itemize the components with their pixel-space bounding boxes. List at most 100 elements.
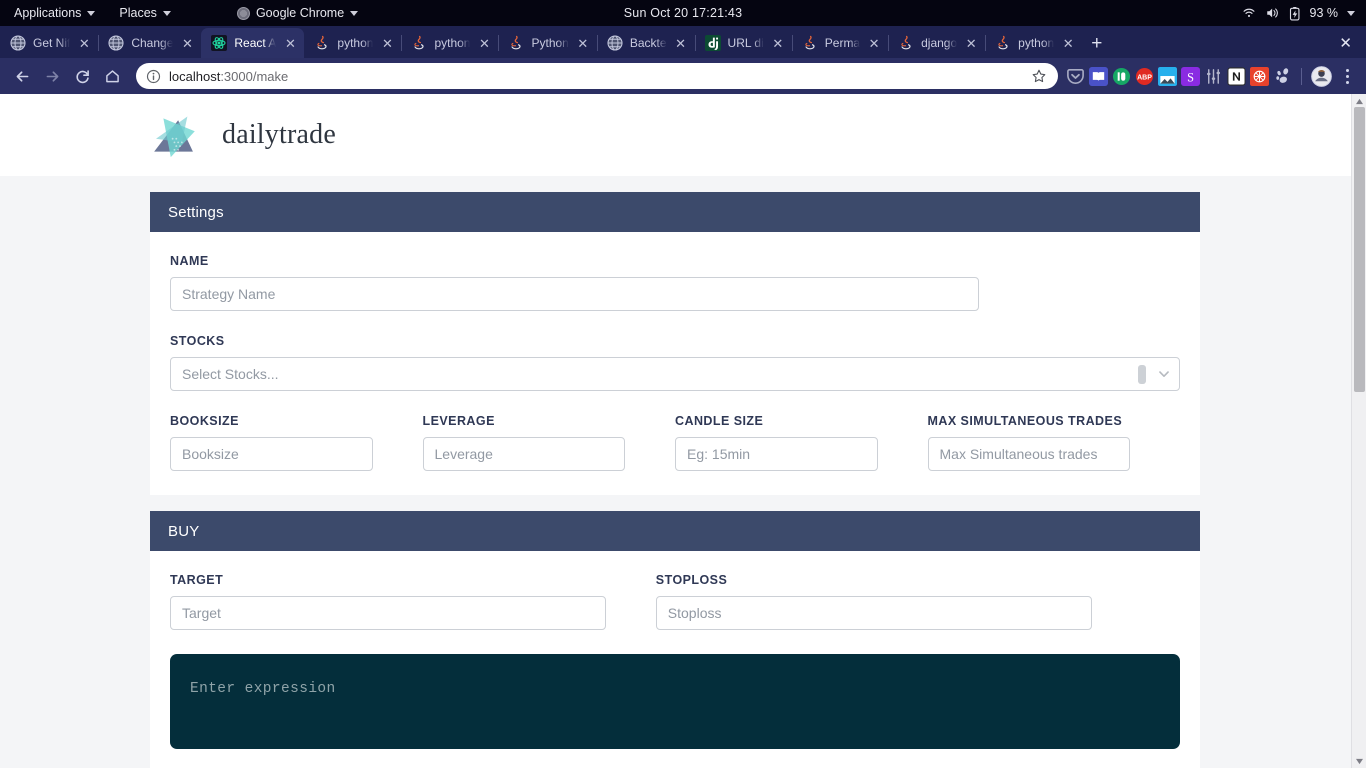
window-close-button[interactable]: ✕ <box>1325 28 1366 58</box>
caret-down-icon <box>1356 758 1363 764</box>
browser-tab-7[interactable]: URL di ✕ <box>694 28 792 58</box>
pushbullet-icon[interactable] <box>1112 67 1131 86</box>
candle-size-field: CANDLE SIZE <box>675 414 928 471</box>
profile-avatar-icon[interactable] <box>1311 65 1332 87</box>
browser-tab-2[interactable]: React A ✕ <box>201 28 305 58</box>
scroll-up-button[interactable] <box>1352 94 1366 108</box>
battery-icon[interactable] <box>1289 6 1301 21</box>
tab-close-button[interactable]: ✕ <box>477 37 491 50</box>
site-info-icon[interactable] <box>146 69 161 84</box>
strategy-name-input[interactable] <box>170 277 979 311</box>
tab-close-button[interactable]: ✕ <box>1061 37 1075 50</box>
browser-tab-3[interactable]: python ✕ <box>304 28 401 58</box>
clock[interactable]: Sun Oct 20 17:21:43 <box>624 6 742 20</box>
reload-button[interactable] <box>68 62 96 90</box>
tab-close-button[interactable]: ✕ <box>380 37 394 50</box>
applications-menu-label: Applications <box>14 6 82 20</box>
chevron-down-icon <box>87 10 96 16</box>
browser-tab-1[interactable]: Change ✕ <box>98 28 201 58</box>
buy-panel: BUY TARGET STOPLOSS Enter expression <box>150 511 1200 768</box>
screenshot-icon[interactable] <box>1158 66 1177 86</box>
browser-tab-5[interactable]: Python ✕ <box>498 28 596 58</box>
dailytrade-logo-icon[interactable] <box>150 111 210 159</box>
redmine-icon[interactable] <box>1250 66 1269 86</box>
buy-expression-editor[interactable]: Enter expression <box>170 654 1180 749</box>
tab-close-button[interactable]: ✕ <box>283 37 297 50</box>
bookmark-button[interactable] <box>1026 63 1052 89</box>
buy-expression-placeholder: Enter expression <box>190 681 336 697</box>
candle-size-input[interactable] <box>675 437 878 471</box>
caret-up-icon <box>1355 98 1363 104</box>
browser-tab-10[interactable]: python ✕ <box>985 28 1082 58</box>
places-menu[interactable]: Places <box>107 0 183 26</box>
volume-icon[interactable] <box>1265 6 1280 20</box>
booksize-label: BOOKSIZE <box>170 414 239 428</box>
stoploss-input[interactable] <box>655 596 1092 630</box>
tab-title: React A <box>234 36 277 50</box>
applications-menu[interactable]: Applications <box>0 0 107 26</box>
tab-close-button[interactable]: ✕ <box>77 37 91 50</box>
back-button[interactable] <box>8 62 36 90</box>
max-trades-input[interactable] <box>927 437 1130 471</box>
new-tab-button[interactable]: + <box>1082 28 1111 58</box>
sliders-icon[interactable] <box>1204 67 1223 86</box>
scroll-down-button[interactable] <box>1352 754 1366 768</box>
browser-tab-9[interactable]: django ✕ <box>888 28 985 58</box>
chevron-down-icon <box>350 10 359 16</box>
leverage-label: LEVERAGE <box>422 414 495 428</box>
scrollbar-thumb[interactable] <box>1354 107 1365 392</box>
wifi-icon[interactable] <box>1242 6 1256 20</box>
battery-percent-label: 93 % <box>1309 6 1339 20</box>
browser-tab-4[interactable]: python ✕ <box>401 28 498 58</box>
active-app-menu[interactable]: Google Chrome <box>225 0 370 26</box>
target-label: TARGET <box>170 573 224 587</box>
tab-close-button[interactable]: ✕ <box>964 37 978 50</box>
svg-text:S: S <box>1187 70 1194 84</box>
max-trades-field: MAX SIMULTANEOUS TRADES <box>927 414 1181 471</box>
notion-icon[interactable] <box>1227 66 1246 86</box>
page-scrollbar[interactable] <box>1351 94 1366 768</box>
chrome-menu-button[interactable] <box>1336 68 1358 84</box>
bookmark-star-icon <box>1032 69 1046 83</box>
browser-tab-0[interactable]: Get Nif ✕ <box>0 28 98 58</box>
stoploss-field: STOPLOSS <box>655 573 1142 630</box>
places-menu-label: Places <box>119 6 157 20</box>
tab-close-button[interactable]: ✕ <box>576 37 590 50</box>
chevron-down-icon[interactable] <box>1347 10 1355 16</box>
chrome-icon <box>236 6 250 20</box>
kebab-dot <box>1345 80 1349 84</box>
dictionary-icon[interactable] <box>1089 66 1108 86</box>
booksize-input[interactable] <box>170 437 373 471</box>
gnome-icon[interactable] <box>1273 67 1292 86</box>
tab-close-button[interactable]: ✕ <box>674 37 688 50</box>
strategy-form: Settings NAME STOCKS Select Stocks... <box>150 192 1200 768</box>
adblock-plus-icon[interactable]: ABP <box>1135 67 1154 86</box>
stocks-select-placeholder: Select Stocks... <box>182 366 279 382</box>
site-header: dailytrade <box>0 94 1366 176</box>
home-button[interactable] <box>98 62 126 90</box>
java-icon <box>998 35 1008 50</box>
globe-icon <box>10 35 26 51</box>
leverage-field: LEVERAGE <box>422 414 676 471</box>
java-icon <box>317 35 328 50</box>
browser-tab-8[interactable]: Perma ✕ <box>791 28 888 58</box>
browser-tab-6[interactable]: Backte ✕ <box>596 28 695 58</box>
forward-button[interactable] <box>38 62 66 90</box>
home-icon <box>105 69 119 82</box>
pocket-icon[interactable] <box>1066 67 1085 86</box>
s-extension-icon[interactable]: S <box>1181 66 1200 86</box>
forward-arrow-icon <box>46 70 58 82</box>
select-separator <box>1138 364 1146 384</box>
react-icon <box>211 35 228 51</box>
leverage-input[interactable] <box>422 437 625 471</box>
tab-close-button[interactable]: ✕ <box>771 37 785 50</box>
target-input[interactable] <box>170 596 606 630</box>
address-bar[interactable]: localhost:3000/make <box>136 63 1058 89</box>
chevron-down-icon <box>162 10 171 16</box>
stocks-select[interactable]: Select Stocks... <box>170 357 1180 391</box>
buy-panel-heading: BUY <box>150 511 1200 551</box>
tab-close-button[interactable]: ✕ <box>867 37 881 50</box>
chevron-down-icon[interactable] <box>1155 365 1173 383</box>
buy-fields-row: TARGET STOPLOSS <box>170 573 1180 630</box>
tab-close-button[interactable]: ✕ <box>180 37 194 50</box>
